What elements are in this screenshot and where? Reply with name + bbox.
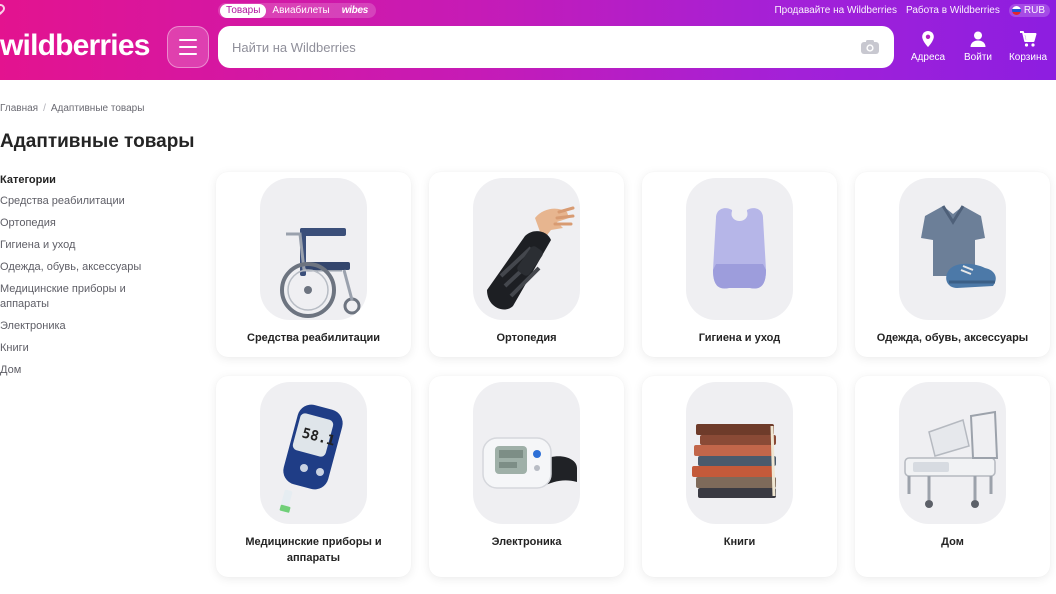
addresses-label: Адреса [910,52,946,63]
card-label: Медицинские приборы и аппараты [245,536,382,564]
card-image: 58.1 [260,382,367,524]
card-image [260,178,367,320]
sidebar-item-hygiene[interactable]: Гигиена и уход [0,238,200,253]
russia-flag-icon [1011,6,1021,15]
card-image [899,178,1006,320]
card-image [686,382,793,524]
hospital-bed-icon [904,410,999,508]
login-label: Войти [964,52,992,63]
tab-wibes[interactable]: wibes [336,4,374,18]
card-label: Одежда, обувь, аксессуары [876,332,1029,344]
breadcrumb: Главная / Адаптивные товары [0,103,144,114]
card-label: Ортопедия [496,332,557,344]
page-title: Адаптивные товары [0,131,195,152]
card-label: Гигиена и уход [698,332,781,344]
cart-label: Корзина [1008,52,1048,63]
logo[interactable]: wildberries [0,28,150,64]
camera-icon[interactable] [860,39,880,55]
clothing-icon [921,205,996,288]
cart-button[interactable]: Корзина [1003,30,1053,63]
hamburger-line [179,53,197,55]
category-card-electronics[interactable]: Электроника [429,376,624,577]
header: Товары Авиабилеты wibes Продавайте на Wi… [0,0,1056,80]
currency-label: RUB [1023,5,1045,16]
breadcrumb-home[interactable]: Главная [0,103,38,114]
jobs-link[interactable]: Работа в Wildberries [906,5,1000,16]
addresses-button[interactable]: Адреса [903,30,953,63]
tab-flights[interactable]: Авиабилеты [266,4,335,18]
breadcrumb-separator: / [43,103,46,114]
card-image [899,382,1006,524]
user-icon [970,31,986,47]
category-card-home[interactable]: Дом [855,376,1050,577]
search-bar [218,26,894,68]
books-icon [692,424,776,498]
hamburger-line [179,39,197,41]
header-actions: Адреса Войти Корзина [903,30,1053,63]
sidebar-item-orthopedics[interactable]: Ортопедия [0,216,200,231]
card-label: Книги [723,536,756,548]
sidebar-item-electronics[interactable]: Электроника [0,319,200,334]
service-tabs: Товары Авиабилеты wibes [218,3,376,18]
category-sidebar: Категории Средства реабилитации Ортопеди… [0,172,200,385]
currency-selector[interactable]: RUB [1008,4,1050,17]
tab-goods[interactable]: Товары [220,3,267,18]
card-label: Средства реабилитации [247,332,380,344]
sidebar-item-clothing[interactable]: Одежда, обувь, аксессуары [0,260,200,275]
sidebar-item-rehabilitation[interactable]: Средства реабилитации [0,194,200,209]
category-card-medical-devices[interactable]: 58.1 Медицинские приборы и аппараты [216,376,411,577]
card-image [473,178,580,320]
sell-link[interactable]: Продавайте на Wildberries [774,5,897,16]
wrist-brace-icon [487,206,575,310]
category-card-rehabilitation[interactable]: Средства реабилитации [216,172,411,357]
category-card-books[interactable]: Книги [642,376,837,577]
card-image [473,382,580,524]
hamburger-line [179,46,197,48]
top-links: Продавайте на Wildberries Работа в Wildb… [774,4,1050,17]
menu-button[interactable] [167,26,209,68]
category-card-clothing[interactable]: Одежда, обувь, аксессуары [855,172,1050,357]
search-input[interactable] [232,39,860,55]
location-icon [0,2,7,15]
category-card-hygiene[interactable]: Гигиена и уход [642,172,837,357]
login-button[interactable]: Войти [953,30,1003,63]
glucometer-icon: 58.1 [279,404,343,513]
wheelchair-icon [280,228,361,318]
category-card-orthopedics[interactable]: Ортопедия [429,172,624,357]
sidebar-item-books[interactable]: Книги [0,341,200,356]
bib-icon [713,207,766,289]
sidebar-item-medical-devices[interactable]: Медицинские приборы и аппараты [0,282,150,312]
card-label: Электроника [491,536,562,548]
breadcrumb-current: Адаптивные товары [50,103,145,114]
sidebar-item-home[interactable]: Дом [0,363,200,378]
blood-pressure-monitor-icon [482,437,577,489]
sidebar-heading: Категории [0,174,56,186]
location-pin-icon [922,31,934,47]
card-image [686,178,793,320]
card-label: Дом [941,536,964,548]
cart-icon [1020,31,1037,47]
